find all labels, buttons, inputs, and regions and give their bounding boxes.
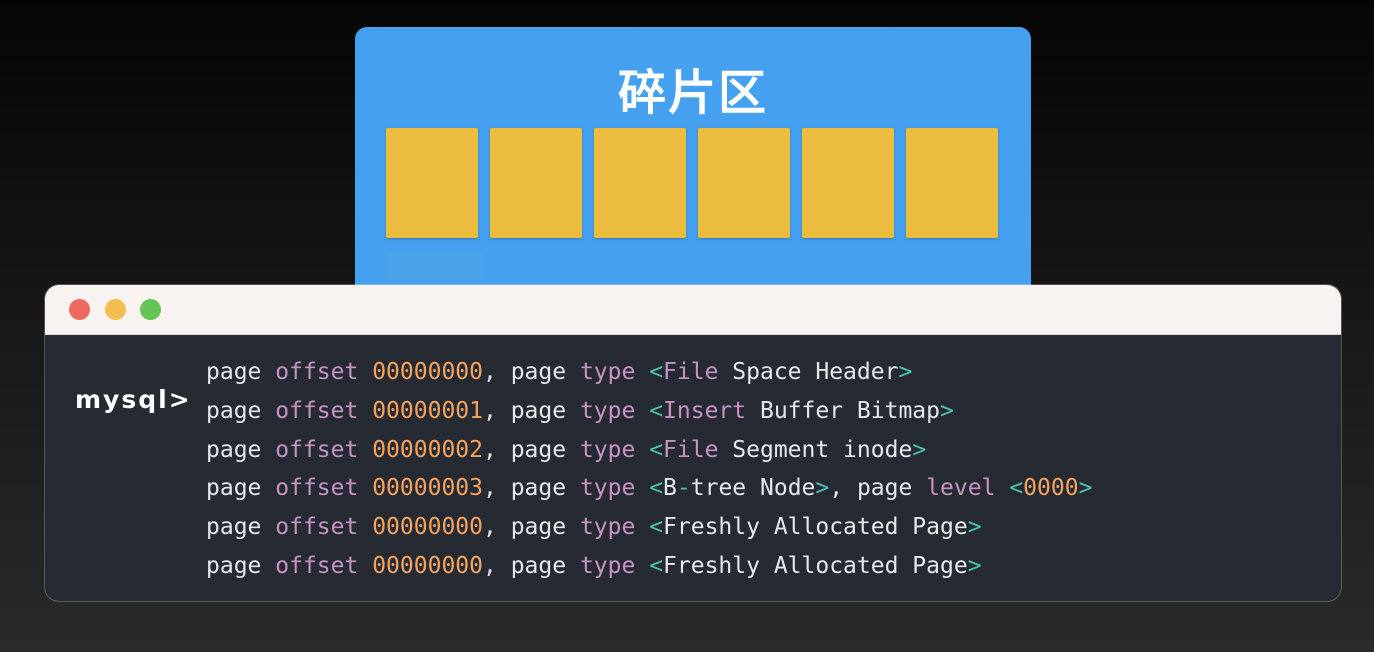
token-separator: ,	[829, 475, 857, 502]
token-offset-value: 00000001	[372, 397, 483, 424]
output-line: page offset 00000000, page type <File Sp…	[206, 353, 1092, 392]
page-block	[490, 128, 582, 238]
output-line: page offset 00000001, page type <Insert …	[206, 392, 1092, 431]
token-page: page	[206, 552, 262, 579]
token-bracket: >	[815, 475, 830, 502]
token-type-keyword: File	[663, 436, 719, 463]
page-block	[698, 128, 790, 238]
token-type-name: Space Header	[718, 359, 899, 385]
token-page: page	[206, 475, 262, 502]
token-type: type	[579, 436, 636, 463]
token-page: page	[510, 397, 567, 424]
token-bracket: <	[649, 514, 664, 541]
page-block	[594, 128, 686, 238]
token-offset: offset	[275, 397, 359, 424]
token-bracket: >	[1078, 475, 1093, 502]
minimize-window-button[interactable]	[105, 299, 126, 320]
token-separator: ,	[482, 397, 511, 424]
token-page: page	[510, 359, 567, 385]
token-offset-value: 00000000	[372, 359, 483, 385]
token-page: page	[206, 436, 262, 463]
token-page: page	[510, 436, 567, 463]
token-type: type	[579, 552, 636, 579]
token-level-value: 0000	[1023, 475, 1079, 502]
token-type: type	[579, 397, 636, 424]
token-bracket: >	[940, 397, 954, 424]
token-offset-value: 00000000	[372, 514, 483, 541]
token-separator: ,	[482, 359, 511, 385]
terminal-window: mysql> page offset 00000000, page type <…	[45, 285, 1341, 601]
token-page: page	[206, 514, 262, 541]
token-level: level	[926, 475, 996, 502]
terminal-titlebar	[45, 285, 1341, 335]
fragment-area-title: 碎片区	[617, 65, 768, 121]
token-page: page	[206, 359, 262, 385]
token-separator: ,	[482, 475, 511, 502]
token-type-name: Segment inode	[718, 436, 913, 463]
token-type: type	[579, 514, 636, 541]
token-separator: ,	[482, 552, 511, 579]
token-bracket: >	[967, 552, 982, 579]
token-bracket: <	[1009, 475, 1024, 502]
token-offset-value: 00000003	[372, 475, 483, 502]
close-window-button[interactable]	[69, 299, 90, 320]
token-bracket: <	[649, 552, 664, 579]
token-page: page	[510, 475, 567, 502]
token-offset: offset	[275, 475, 359, 502]
token-dash: -	[676, 475, 691, 502]
page-block	[802, 128, 894, 238]
maximize-window-button[interactable]	[140, 299, 161, 320]
token-type-name: Freshly Allocated Page	[663, 514, 968, 541]
token-page: page	[206, 397, 262, 424]
token-offset: offset	[275, 359, 359, 385]
page-block-row	[386, 128, 998, 238]
mysql-prompt: mysql>	[75, 385, 192, 414]
token-offset: offset	[275, 514, 359, 541]
token-page: page	[510, 514, 567, 541]
output-line: page offset 00000002, page type <File Se…	[206, 431, 1092, 470]
token-page: page	[856, 475, 913, 502]
faded-block	[386, 252, 482, 280]
token-bracket: <	[649, 359, 664, 385]
token-page: page	[510, 552, 567, 579]
token-offset: offset	[275, 552, 359, 579]
terminal-output: page offset 00000000, page type <File Sp…	[206, 353, 1092, 586]
page-block	[386, 128, 478, 238]
token-type-name: B	[663, 475, 677, 502]
token-bracket: <	[649, 436, 664, 463]
token-bracket: >	[898, 359, 913, 385]
token-bracket: <	[649, 475, 664, 502]
token-offset: offset	[275, 436, 359, 463]
token-bracket: >	[912, 436, 927, 463]
page-block	[906, 128, 998, 238]
output-line: page offset 00000000, page type <Freshly…	[206, 508, 1092, 547]
token-bracket: >	[967, 514, 982, 541]
token-type-keyword: Insert	[663, 397, 747, 424]
token-offset-value: 00000000	[372, 552, 483, 579]
token-type-name: Buffer Bitmap	[746, 397, 941, 424]
token-type: type	[579, 359, 636, 385]
output-line: page offset 00000000, page type <Freshly…	[206, 547, 1092, 586]
fragment-area-card: 碎片区	[355, 27, 1031, 317]
token-separator: ,	[482, 514, 511, 541]
token-type-keyword: File	[663, 359, 719, 385]
token-type-name: tree Node	[690, 475, 816, 502]
token-separator: ,	[482, 436, 511, 463]
token-bracket: <	[649, 397, 664, 424]
output-line: page offset 00000003, page type <B-tree …	[206, 469, 1092, 508]
token-type: type	[579, 475, 636, 502]
token-offset-value: 00000002	[372, 436, 483, 463]
token-type-name: Freshly Allocated Page	[663, 552, 968, 579]
